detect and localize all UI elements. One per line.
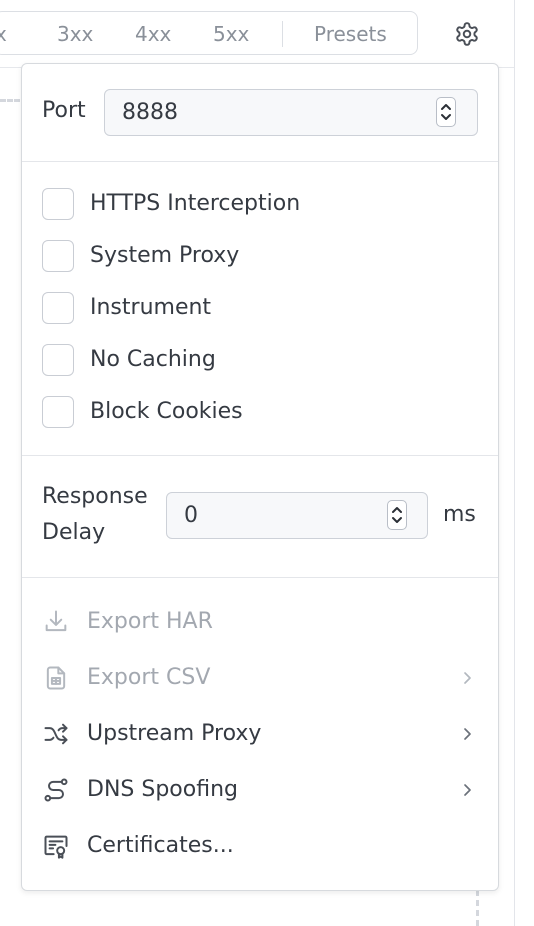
chevron-up-icon — [441, 104, 451, 110]
certificates-menu-item[interactable]: Certificates... — [22, 822, 498, 870]
chevron-down-icon — [392, 517, 402, 523]
export-csv-label: Export CSV — [87, 665, 211, 690]
export-har-menu-item[interactable]: Export HAR — [22, 598, 498, 646]
chevron-right-icon — [458, 725, 476, 743]
divider — [22, 161, 498, 162]
certificates-label: Certificates... — [87, 833, 234, 858]
upstream-proxy-menu-item[interactable]: Upstream Proxy — [22, 710, 498, 758]
chevron-up-icon — [392, 507, 402, 513]
https-interception-checkbox[interactable] — [42, 188, 74, 220]
panel-border — [514, 0, 515, 926]
filter-2xx[interactable]: x — [0, 12, 7, 56]
presets-button[interactable]: Presets — [314, 12, 387, 56]
response-delay-label-line2: Delay — [42, 520, 106, 545]
chevron-right-icon — [458, 669, 476, 687]
filter-5xx[interactable]: 5xx — [213, 12, 249, 56]
system-proxy-label: System Proxy — [90, 243, 240, 268]
dns-spoofing-menu-item[interactable]: DNS Spoofing — [22, 766, 498, 814]
route-icon — [42, 776, 70, 804]
chevron-right-icon — [458, 781, 476, 799]
certificate-icon — [42, 832, 70, 860]
port-input[interactable]: 8888 — [104, 89, 478, 136]
csv-file-icon — [42, 664, 70, 692]
status-filter-bar: x 3xx 4xx 5xx Presets — [0, 11, 418, 55]
export-csv-menu-item[interactable]: Export CSV — [22, 654, 498, 702]
response-delay-label-line1: Response — [42, 484, 148, 509]
dns-spoofing-label: DNS Spoofing — [87, 777, 238, 802]
filter-4xx[interactable]: 4xx — [135, 12, 171, 56]
block-cookies-label: Block Cookies — [90, 399, 243, 424]
download-icon — [42, 608, 70, 636]
filter-3xx[interactable]: 3xx — [57, 12, 93, 56]
port-value: 8888 — [122, 100, 178, 125]
response-delay-input[interactable]: 0 — [166, 492, 428, 539]
instrument-label: Instrument — [90, 295, 212, 320]
background-dashed-border — [0, 99, 20, 102]
no-caching-checkbox[interactable] — [42, 344, 74, 376]
chevron-down-icon — [441, 114, 451, 120]
no-caching-label: No Caching — [90, 347, 216, 372]
instrument-checkbox[interactable] — [42, 292, 74, 324]
export-har-label: Export HAR — [87, 609, 213, 634]
gear-icon[interactable] — [454, 21, 480, 47]
filter-divider — [282, 21, 283, 47]
port-label: Port — [42, 98, 86, 123]
response-delay-stepper[interactable] — [387, 500, 407, 530]
shuffle-icon — [42, 720, 70, 748]
response-delay-unit: ms — [443, 502, 476, 527]
settings-popover: Port 8888 HTTPS Interception System Prox… — [21, 63, 499, 891]
upstream-proxy-label: Upstream Proxy — [87, 721, 262, 746]
response-delay-value: 0 — [184, 503, 198, 528]
divider — [22, 455, 498, 456]
block-cookies-checkbox[interactable] — [42, 396, 74, 428]
divider — [22, 577, 498, 578]
port-stepper[interactable] — [436, 97, 456, 127]
https-interception-label: HTTPS Interception — [90, 191, 301, 216]
system-proxy-checkbox[interactable] — [42, 240, 74, 272]
background-dashed-border — [476, 890, 479, 926]
